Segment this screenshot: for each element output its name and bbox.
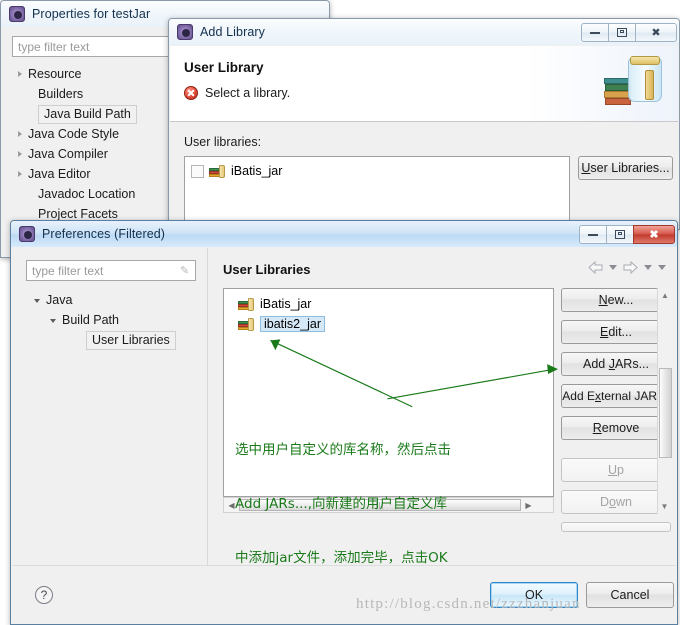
add-library-banner: User Library Select a library. [170,46,678,122]
eclipse-icon [19,226,35,242]
add-external-jars-button[interactable]: Add External JARs.. [561,384,671,408]
add-library-window[interactable]: Add Library ✖ User Library Select a libr… [168,18,680,230]
chevron-down-icon[interactable] [644,265,652,270]
view-menu-chevron-down-icon[interactable] [658,265,666,270]
chevron-down-icon[interactable] [50,319,56,323]
pref-tree-item-java[interactable]: Java [34,290,204,310]
preferences-titlebar[interactable]: Preferences (Filtered) ✖ [11,221,677,247]
tree-item-label: Resource [28,67,82,81]
edit-button[interactable]: Edit... [561,320,671,344]
tree-item-label: Java Compiler [28,147,108,161]
pref-tree-item-label: Build Path [62,313,119,327]
chevron-down-icon[interactable] [34,299,40,303]
chevron-down-icon[interactable] [609,265,617,270]
library-books-icon [238,317,255,332]
back-arrow-icon[interactable] [588,261,603,274]
maximize-icon[interactable] [608,23,636,42]
preferences-title: Preferences (Filtered) [42,227,165,241]
up-button[interactable]: Up [561,458,671,482]
user-libraries-button[interactable]: User Libraries... [578,156,673,180]
preferences-window[interactable]: Preferences (Filtered) ✖ type filter tex… [10,220,678,625]
pref-tree-item-label: User Libraries [86,331,176,350]
error-icon [184,86,198,100]
add-library-window-buttons[interactable]: ✖ [582,22,677,42]
add-library-listbox[interactable]: iBatis_jar [184,156,570,229]
chevron-right-icon[interactable] [18,151,22,157]
tree-item-label: Java Code Style [28,127,119,141]
preferences-window-buttons[interactable]: ✖ [580,224,675,244]
vertical-scrollbar[interactable]: ▲ ▼ [657,288,672,514]
remove-button[interactable]: Remove [561,416,671,440]
side-button-column: New... Edit... Add JARs... Add External … [561,288,671,532]
library-checkbox[interactable] [191,165,204,178]
add-jars-button[interactable]: Add JARs... [561,352,671,376]
tree-item-label: Builders [38,87,83,101]
library-books-icon [238,297,255,312]
library-books-icon [209,164,226,179]
tree-item-label: Java Editor [28,167,91,181]
list-item[interactable]: iBatis_jar [224,294,553,314]
scroll-up-icon[interactable]: ▲ [658,288,672,303]
maximize-icon[interactable] [606,225,634,244]
new-button[interactable]: New... [561,288,671,312]
add-library-heading: User Library [184,60,264,75]
library-name: iBatis_jar [260,297,311,311]
pref-tree-item-build-path[interactable]: Build Path [34,310,204,330]
user-libraries-label: User libraries: [184,135,261,149]
minimize-icon[interactable] [581,23,609,42]
preferences-filter-placeholder: type filter text [32,264,103,278]
preferences-filter-input[interactable]: type filter text ✎ [26,260,196,281]
page-title: User Libraries [223,262,310,277]
extra-button-partial[interactable] [561,522,671,532]
preferences-button-bar: ? OK Cancel [12,565,676,623]
user-libraries-button-label: User Libraries... [581,161,669,175]
clear-filter-icon[interactable]: ✎ [180,265,191,277]
preferences-nav[interactable] [588,261,666,274]
list-item[interactable]: ibatis2_jar [224,314,553,334]
screenshot-root: Properties for testJar type filter text … [0,0,680,625]
tree-item-label: Javadoc Location [38,187,135,201]
tree-item-label: Project Facets [38,207,118,221]
down-button[interactable]: Down [561,490,671,514]
add-library-titlebar[interactable]: Add Library ✖ [169,19,679,45]
chevron-right-icon[interactable] [18,131,22,137]
minimize-icon[interactable] [579,225,607,244]
annotation-line-2: Add JARs...,向新建的用户自定义库 [235,495,451,513]
properties-filter-placeholder: type filter text [18,40,89,54]
annotation-line-1: 选中用户自定义的库名称，然后点击 [235,441,451,459]
scroll-down-icon[interactable]: ▼ [658,499,671,514]
add-library-title: Add Library [200,25,265,39]
forward-arrow-icon[interactable] [623,261,638,274]
library-name: iBatis_jar [231,164,282,178]
vscroll-thumb[interactable] [659,368,672,458]
pref-tree-item-label: Java [46,293,72,307]
eclipse-icon [177,24,193,40]
cancel-button[interactable]: Cancel [586,582,674,608]
jar-books-icon [604,56,666,108]
library-name: ibatis2_jar [260,316,325,332]
close-icon[interactable]: ✖ [633,225,675,244]
cancel-button-label: Cancel [611,588,650,602]
watermark: http://blog.csdn.net/zzzhanjuan [356,596,581,613]
list-item[interactable]: iBatis_jar [185,161,569,181]
help-icon[interactable]: ? [35,586,53,604]
eclipse-icon [9,6,25,22]
pref-tree-item-user-libraries[interactable]: User Libraries [34,330,204,350]
chevron-right-icon[interactable] [18,71,22,77]
preferences-tree[interactable]: Java Build Path User Libraries [34,290,204,350]
close-icon[interactable]: ✖ [635,23,677,42]
properties-title: Properties for testJar [32,7,150,21]
tree-item-label: Java Build Path [38,105,137,124]
chevron-right-icon[interactable] [18,171,22,177]
add-library-message: Select a library. [205,86,290,100]
scroll-right-icon[interactable]: ▶ [521,501,536,510]
